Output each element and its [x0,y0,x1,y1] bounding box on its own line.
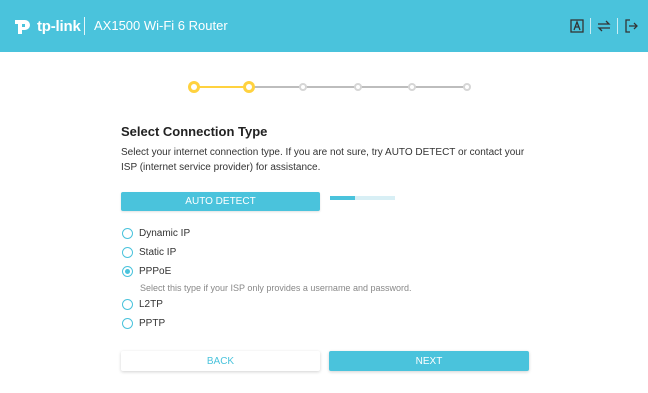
auto-detect-button[interactable]: AUTO DETECT [121,192,320,211]
text-size-icon[interactable] [567,16,587,36]
header-divider [84,17,85,35]
option-label: L2TP [139,299,163,310]
option-label: Static IP [139,247,177,258]
page-description: Select your internet connection type. If… [121,147,525,173]
option-label: PPTP [139,318,166,329]
back-button[interactable]: BACK [121,351,320,371]
tp-link-logo-icon [12,15,34,37]
sync-icon[interactable] [594,16,614,36]
option-l2tp[interactable]: L2TP [122,299,163,310]
option-label: Dynamic IP [139,228,191,239]
stepper-connector [194,86,249,88]
detect-progress-fill [330,196,355,200]
stepper-step-5 [408,83,417,91]
radio-static-ip[interactable] [122,247,133,258]
option-pppoe[interactable]: PPPoE [122,266,171,277]
stepper-step-1 [188,81,200,93]
stepper-connector [412,86,467,88]
option-label: PPPoE [139,266,172,277]
stepper-connector [357,86,413,88]
page-title: Select Connection Type [121,124,268,139]
stepper-step-2 [242,81,255,93]
progress-stepper [188,80,471,94]
radio-dynamic-ip[interactable] [122,228,133,239]
option-dynamic-ip[interactable]: Dynamic IP [122,228,190,239]
header-separator [617,18,618,34]
stepper-step-6 [463,83,471,91]
radio-pptp[interactable] [122,318,133,329]
radio-l2tp[interactable] [122,299,133,310]
header-separator [590,18,591,34]
detect-progress-bar [330,196,395,200]
pppoe-hint: Select this type if your ISP only provid… [140,283,412,293]
stepper-connector [248,86,304,88]
logout-icon[interactable] [621,16,641,36]
product-title: AX1500 Wi-Fi 6 Router [94,18,228,33]
stepper-connector [303,86,358,88]
radio-pppoe[interactable] [122,266,133,277]
stepper-step-3 [299,83,308,91]
next-button[interactable]: NEXT [329,351,529,371]
option-static-ip[interactable]: Static IP [122,247,176,258]
top-header: tp-link AX1500 Wi-Fi 6 Router [0,0,648,52]
stepper-step-4 [353,83,362,91]
tp-link-logo[interactable]: tp-link [12,15,81,37]
option-pptp[interactable]: PPTP [122,318,165,329]
logo-text: tp-link [37,17,81,35]
